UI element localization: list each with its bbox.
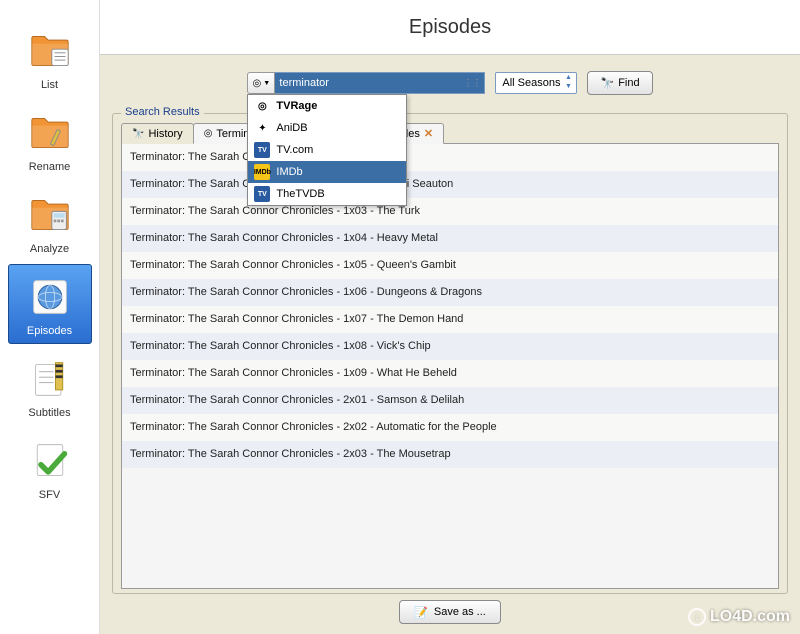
sidebar-item-analyze[interactable]: Analyze: [8, 182, 92, 262]
sidebar-item-label: SFV: [13, 489, 87, 501]
search-input[interactable]: [275, 72, 485, 94]
sidebar-item-label: Subtitles: [13, 407, 87, 419]
save-as-button[interactable]: 📝 Save as ...: [399, 600, 501, 624]
folder-lines-icon: [26, 27, 74, 75]
resize-handle-icon[interactable]: ⋮⋮: [463, 78, 481, 89]
search-row: ◎ ▼ ⋮⋮ ◎TVRage✦AniDBTVTV.comIMDbIMDbTVTh…: [112, 71, 788, 95]
tab-history[interactable]: 🔭 History: [121, 123, 194, 144]
find-button-label: Find: [618, 77, 639, 89]
tv-icon: TV: [254, 142, 270, 158]
result-row[interactable]: Terminator: The Sarah Connor Chronicles …: [122, 171, 778, 198]
season-spinner: ▲ ▼: [562, 74, 574, 92]
sidebar-item-label: List: [13, 79, 87, 91]
result-row[interactable]: Terminator: The Sarah Connor Chronicles …: [122, 198, 778, 225]
dropdown-item-tvcom[interactable]: TV TV.com: [248, 139, 406, 161]
tv-icon: ◎: [204, 128, 213, 139]
result-row[interactable]: Terminator: The Sarah Connor Chronicles …: [122, 333, 778, 360]
spinner-down-icon[interactable]: ▼: [562, 83, 574, 92]
source-dropdown: ◎ TVRage ✦ AniDB TV TV.com IMDb IMDb TV TheTVDB: [247, 94, 407, 206]
result-row[interactable]: Terminator: The Sarah Connor Chronicles …: [122, 441, 778, 468]
watermark: ↓ LO4D.com: [688, 608, 790, 626]
folder-calc-icon: [26, 191, 74, 239]
source-dropdown-button[interactable]: ◎ ▼: [247, 72, 275, 94]
document-icon: 📝: [414, 606, 428, 619]
folder-pencil-icon: [26, 109, 74, 157]
source-icon: ✦: [254, 120, 270, 136]
dropdown-item-anidb[interactable]: ✦ AniDB: [248, 117, 406, 139]
find-button[interactable]: 🔭 Find: [587, 71, 652, 95]
imdb-icon: IMDb: [254, 164, 270, 180]
main-area: Episodes ◎ ▼ ⋮⋮ ◎ TVRage ✦ AniDB TV TV.com IMD…: [100, 0, 800, 634]
result-row[interactable]: Terminator: The Sarah Connor Chronicles …: [122, 225, 778, 252]
dropdown-item-label: AniDB: [276, 122, 307, 134]
dropdown-item-label: TheTVDB: [276, 188, 324, 200]
sidebar-item-label: Analyze: [13, 243, 87, 255]
tab-label: History: [148, 128, 182, 140]
tv-icon: TV: [254, 186, 270, 202]
result-row[interactable]: Terminator: The Sarah Connor Chronicles …: [122, 414, 778, 441]
dropdown-item-label: IMDb: [276, 166, 302, 178]
season-select-label: All Seasons: [502, 77, 560, 89]
title-bar: Episodes: [100, 0, 800, 55]
subtitles-icon: [26, 355, 74, 403]
save-row: 📝 Save as ...: [112, 594, 788, 626]
sidebar-item-label: Rename: [13, 161, 87, 173]
result-row[interactable]: Terminator: The Sarah Connor Chronicles …: [122, 252, 778, 279]
page-title: Episodes: [409, 16, 491, 39]
result-row[interactable]: Terminator: The Sarah Connor Chronicles …: [122, 360, 778, 387]
results-fieldset: Search Results 🔭 History ◎ Terminator: T…: [112, 113, 788, 594]
season-select[interactable]: All Seasons ▲ ▼: [495, 72, 577, 94]
watermark-text: LO4D.com: [710, 608, 790, 626]
sidebar-item-list[interactable]: List: [8, 18, 92, 98]
sidebar-item-episodes[interactable]: Episodes: [8, 264, 92, 344]
sidebar: List Rename Analyze Episodes Subtitles S…: [0, 0, 100, 634]
sidebar-item-rename[interactable]: Rename: [8, 100, 92, 180]
globe-icon: [26, 273, 74, 321]
chevron-down-icon: ▼: [263, 80, 270, 87]
close-icon[interactable]: ✕: [424, 127, 433, 140]
save-button-label: Save as ...: [434, 606, 486, 618]
tv-icon: ◎: [253, 78, 262, 89]
sidebar-item-label: Episodes: [13, 325, 87, 337]
dropdown-item-tvrage[interactable]: ◎ TVRage: [248, 95, 406, 117]
binoculars-icon: 🔭: [600, 77, 614, 90]
dropdown-item-imdb[interactable]: IMDb IMDb: [248, 161, 406, 183]
sidebar-item-sfv[interactable]: SFV: [8, 428, 92, 508]
result-row[interactable]: Terminator: The Sarah Connor Chronicles …: [122, 306, 778, 333]
download-icon: ↓: [688, 608, 706, 626]
check-icon: [26, 437, 74, 485]
result-row[interactable]: Terminator: The Sarah Connor Chronicles …: [122, 387, 778, 414]
fieldset-legend: Search Results: [121, 106, 204, 118]
search-input-group: ◎ ▼ ⋮⋮ ◎TVRage✦AniDBTVTV.comIMDbIMDbTVTh…: [247, 72, 485, 94]
binoculars-icon: 🔭: [132, 129, 144, 140]
app-root: List Rename Analyze Episodes Subtitles S…: [0, 0, 800, 634]
sidebar-item-subtitles[interactable]: Subtitles: [8, 346, 92, 426]
result-row[interactable]: Terminator: The Sarah Connor Chronicles …: [122, 144, 778, 171]
source-icon: ◎: [254, 98, 270, 114]
dropdown-item-label: TV.com: [276, 144, 313, 156]
spinner-up-icon[interactable]: ▲: [562, 74, 574, 83]
result-tabs: 🔭 History ◎ Terminator: The Sarah Connor…: [121, 122, 779, 144]
results-list[interactable]: Terminator: The Sarah Connor Chronicles …: [121, 144, 779, 589]
content-area: ◎ ▼ ⋮⋮ ◎ TVRage ✦ AniDB TV TV.com IMDb IMDb TV Th…: [100, 55, 800, 634]
dropdown-item-thetvdb[interactable]: TV TheTVDB: [248, 183, 406, 205]
result-row[interactable]: Terminator: The Sarah Connor Chronicles …: [122, 279, 778, 306]
dropdown-item-label: TVRage: [276, 100, 317, 112]
